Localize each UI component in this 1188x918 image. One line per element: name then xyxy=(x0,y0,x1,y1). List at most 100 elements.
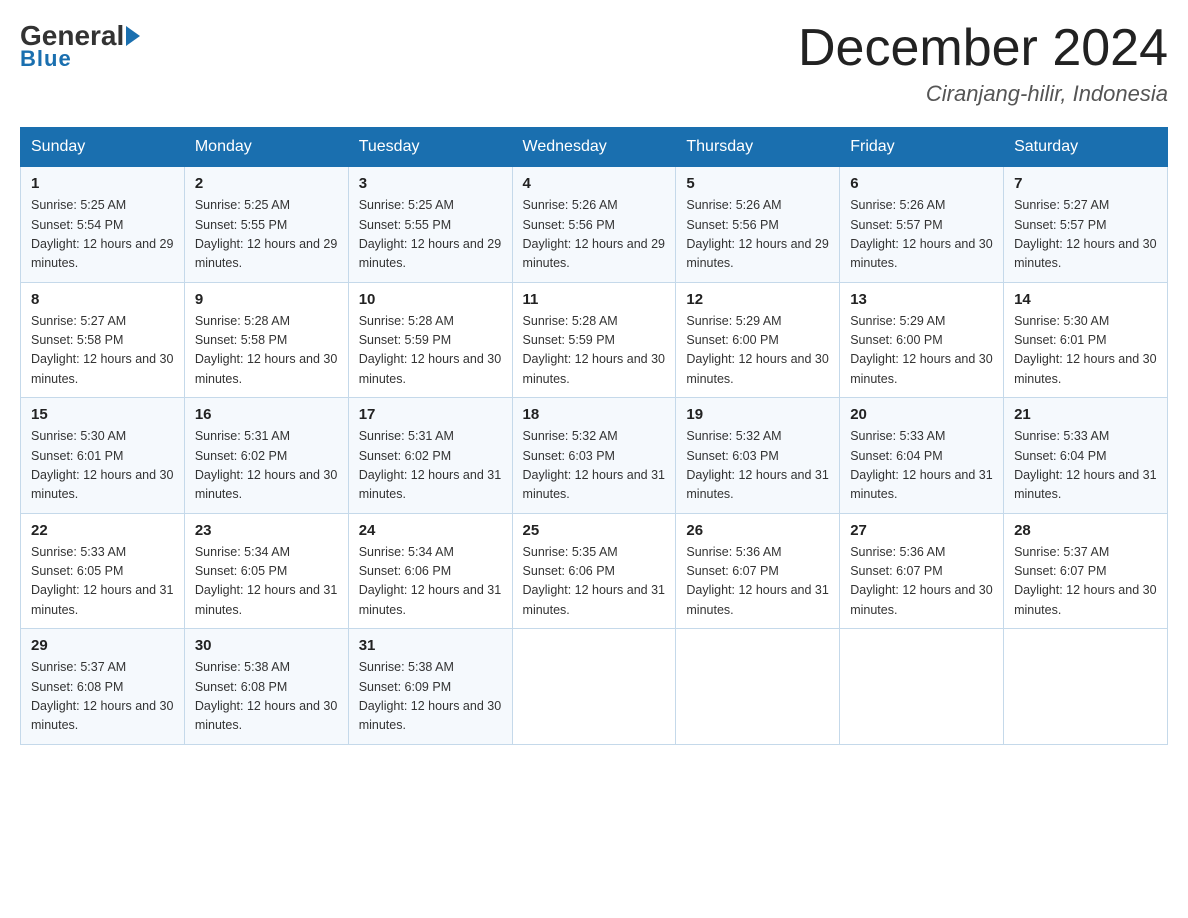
table-row: 10 Sunrise: 5:28 AMSunset: 5:59 PMDaylig… xyxy=(348,282,512,398)
table-row: 18 Sunrise: 5:32 AMSunset: 6:03 PMDaylig… xyxy=(512,398,676,514)
day-info: Sunrise: 5:26 AMSunset: 5:56 PMDaylight:… xyxy=(523,196,666,274)
day-info: Sunrise: 5:31 AMSunset: 6:02 PMDaylight:… xyxy=(195,427,338,505)
table-row: 8 Sunrise: 5:27 AMSunset: 5:58 PMDayligh… xyxy=(21,282,185,398)
col-header-saturday: Saturday xyxy=(1004,128,1168,167)
table-row: 14 Sunrise: 5:30 AMSunset: 6:01 PMDaylig… xyxy=(1004,282,1168,398)
logo-arrow-icon xyxy=(126,26,140,46)
calendar-week-1: 1 Sunrise: 5:25 AMSunset: 5:54 PMDayligh… xyxy=(21,167,1168,283)
table-row: 24 Sunrise: 5:34 AMSunset: 6:06 PMDaylig… xyxy=(348,513,512,629)
day-number: 8 xyxy=(31,291,174,308)
day-info: Sunrise: 5:29 AMSunset: 6:00 PMDaylight:… xyxy=(850,312,993,390)
table-row: 5 Sunrise: 5:26 AMSunset: 5:56 PMDayligh… xyxy=(676,167,840,283)
day-number: 28 xyxy=(1014,522,1157,539)
day-info: Sunrise: 5:30 AMSunset: 6:01 PMDaylight:… xyxy=(1014,312,1157,390)
table-row xyxy=(676,629,840,745)
day-number: 27 xyxy=(850,522,993,539)
table-row: 16 Sunrise: 5:31 AMSunset: 6:02 PMDaylig… xyxy=(184,398,348,514)
day-info: Sunrise: 5:29 AMSunset: 6:00 PMDaylight:… xyxy=(686,312,829,390)
day-number: 31 xyxy=(359,637,502,654)
col-header-tuesday: Tuesday xyxy=(348,128,512,167)
col-header-wednesday: Wednesday xyxy=(512,128,676,167)
day-info: Sunrise: 5:38 AMSunset: 6:09 PMDaylight:… xyxy=(359,658,502,736)
calendar-header-row: Sunday Monday Tuesday Wednesday Thursday… xyxy=(21,128,1168,167)
day-info: Sunrise: 5:33 AMSunset: 6:04 PMDaylight:… xyxy=(850,427,993,505)
day-info: Sunrise: 5:38 AMSunset: 6:08 PMDaylight:… xyxy=(195,658,338,736)
day-info: Sunrise: 5:25 AMSunset: 5:55 PMDaylight:… xyxy=(359,196,502,274)
table-row: 22 Sunrise: 5:33 AMSunset: 6:05 PMDaylig… xyxy=(21,513,185,629)
day-number: 26 xyxy=(686,522,829,539)
calendar-week-3: 15 Sunrise: 5:30 AMSunset: 6:01 PMDaylig… xyxy=(21,398,1168,514)
day-info: Sunrise: 5:34 AMSunset: 6:05 PMDaylight:… xyxy=(195,543,338,621)
day-number: 10 xyxy=(359,291,502,308)
day-info: Sunrise: 5:26 AMSunset: 5:56 PMDaylight:… xyxy=(686,196,829,274)
table-row: 6 Sunrise: 5:26 AMSunset: 5:57 PMDayligh… xyxy=(840,167,1004,283)
col-header-sunday: Sunday xyxy=(21,128,185,167)
table-row: 11 Sunrise: 5:28 AMSunset: 5:59 PMDaylig… xyxy=(512,282,676,398)
table-row: 31 Sunrise: 5:38 AMSunset: 6:09 PMDaylig… xyxy=(348,629,512,745)
calendar-week-2: 8 Sunrise: 5:27 AMSunset: 5:58 PMDayligh… xyxy=(21,282,1168,398)
month-title: December 2024 xyxy=(798,20,1168,77)
calendar-table: Sunday Monday Tuesday Wednesday Thursday… xyxy=(20,127,1168,745)
table-row: 12 Sunrise: 5:29 AMSunset: 6:00 PMDaylig… xyxy=(676,282,840,398)
logo-blue-text: Blue xyxy=(20,46,72,72)
day-number: 30 xyxy=(195,637,338,654)
table-row xyxy=(1004,629,1168,745)
day-number: 29 xyxy=(31,637,174,654)
day-info: Sunrise: 5:37 AMSunset: 6:08 PMDaylight:… xyxy=(31,658,174,736)
table-row: 17 Sunrise: 5:31 AMSunset: 6:02 PMDaylig… xyxy=(348,398,512,514)
col-header-friday: Friday xyxy=(840,128,1004,167)
col-header-monday: Monday xyxy=(184,128,348,167)
table-row: 7 Sunrise: 5:27 AMSunset: 5:57 PMDayligh… xyxy=(1004,167,1168,283)
calendar-week-4: 22 Sunrise: 5:33 AMSunset: 6:05 PMDaylig… xyxy=(21,513,1168,629)
title-section: December 2024 Ciranjang-hilir, Indonesia xyxy=(798,20,1168,107)
day-info: Sunrise: 5:25 AMSunset: 5:55 PMDaylight:… xyxy=(195,196,338,274)
day-info: Sunrise: 5:27 AMSunset: 5:58 PMDaylight:… xyxy=(31,312,174,390)
day-number: 19 xyxy=(686,406,829,423)
day-number: 18 xyxy=(523,406,666,423)
calendar-week-5: 29 Sunrise: 5:37 AMSunset: 6:08 PMDaylig… xyxy=(21,629,1168,745)
day-number: 24 xyxy=(359,522,502,539)
table-row: 21 Sunrise: 5:33 AMSunset: 6:04 PMDaylig… xyxy=(1004,398,1168,514)
day-number: 14 xyxy=(1014,291,1157,308)
table-row: 29 Sunrise: 5:37 AMSunset: 6:08 PMDaylig… xyxy=(21,629,185,745)
day-number: 1 xyxy=(31,175,174,192)
page-header: General Blue December 2024 Ciranjang-hil… xyxy=(20,20,1168,107)
day-info: Sunrise: 5:37 AMSunset: 6:07 PMDaylight:… xyxy=(1014,543,1157,621)
day-number: 25 xyxy=(523,522,666,539)
table-row: 27 Sunrise: 5:36 AMSunset: 6:07 PMDaylig… xyxy=(840,513,1004,629)
day-info: Sunrise: 5:32 AMSunset: 6:03 PMDaylight:… xyxy=(523,427,666,505)
day-number: 13 xyxy=(850,291,993,308)
table-row: 19 Sunrise: 5:32 AMSunset: 6:03 PMDaylig… xyxy=(676,398,840,514)
day-number: 23 xyxy=(195,522,338,539)
day-info: Sunrise: 5:26 AMSunset: 5:57 PMDaylight:… xyxy=(850,196,993,274)
table-row: 15 Sunrise: 5:30 AMSunset: 6:01 PMDaylig… xyxy=(21,398,185,514)
day-number: 15 xyxy=(31,406,174,423)
day-info: Sunrise: 5:34 AMSunset: 6:06 PMDaylight:… xyxy=(359,543,502,621)
day-info: Sunrise: 5:35 AMSunset: 6:06 PMDaylight:… xyxy=(523,543,666,621)
table-row: 30 Sunrise: 5:38 AMSunset: 6:08 PMDaylig… xyxy=(184,629,348,745)
table-row: 3 Sunrise: 5:25 AMSunset: 5:55 PMDayligh… xyxy=(348,167,512,283)
table-row xyxy=(840,629,1004,745)
table-row: 13 Sunrise: 5:29 AMSunset: 6:00 PMDaylig… xyxy=(840,282,1004,398)
table-row: 2 Sunrise: 5:25 AMSunset: 5:55 PMDayligh… xyxy=(184,167,348,283)
day-number: 12 xyxy=(686,291,829,308)
table-row: 23 Sunrise: 5:34 AMSunset: 6:05 PMDaylig… xyxy=(184,513,348,629)
col-header-thursday: Thursday xyxy=(676,128,840,167)
table-row: 25 Sunrise: 5:35 AMSunset: 6:06 PMDaylig… xyxy=(512,513,676,629)
table-row: 4 Sunrise: 5:26 AMSunset: 5:56 PMDayligh… xyxy=(512,167,676,283)
day-number: 16 xyxy=(195,406,338,423)
day-number: 17 xyxy=(359,406,502,423)
day-number: 3 xyxy=(359,175,502,192)
day-number: 7 xyxy=(1014,175,1157,192)
day-info: Sunrise: 5:31 AMSunset: 6:02 PMDaylight:… xyxy=(359,427,502,505)
day-number: 22 xyxy=(31,522,174,539)
table-row: 1 Sunrise: 5:25 AMSunset: 5:54 PMDayligh… xyxy=(21,167,185,283)
day-number: 11 xyxy=(523,291,666,308)
day-info: Sunrise: 5:36 AMSunset: 6:07 PMDaylight:… xyxy=(686,543,829,621)
day-info: Sunrise: 5:32 AMSunset: 6:03 PMDaylight:… xyxy=(686,427,829,505)
day-number: 2 xyxy=(195,175,338,192)
day-info: Sunrise: 5:28 AMSunset: 5:58 PMDaylight:… xyxy=(195,312,338,390)
day-number: 20 xyxy=(850,406,993,423)
location-subtitle: Ciranjang-hilir, Indonesia xyxy=(798,81,1168,107)
day-info: Sunrise: 5:33 AMSunset: 6:04 PMDaylight:… xyxy=(1014,427,1157,505)
